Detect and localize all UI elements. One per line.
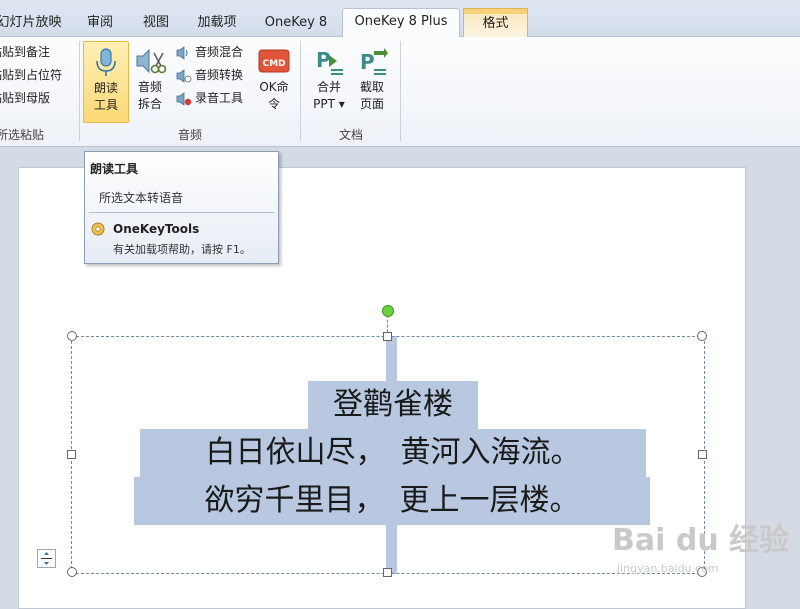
read-aloud-tooltip: 朗读工具 所选文本转语音 OneKeyTools 有关加载项帮助，请按 F1。: [84, 151, 279, 264]
audio-mix-label: 音频混合: [195, 45, 244, 59]
watermark-url: jingyan.baidu.com: [617, 562, 719, 575]
tab-slideshow[interactable]: 幻灯片放映: [0, 10, 64, 36]
ok-command-label-1: OK命: [259, 80, 289, 94]
resize-handle-left[interactable]: [67, 450, 76, 459]
paste-to-placeholder-button[interactable]: 粘贴到占位符: [0, 64, 62, 86]
svg-text:P: P: [360, 50, 375, 74]
capture-page-icon: P: [360, 48, 388, 75]
resize-handle-bottom[interactable]: [383, 568, 392, 577]
scissors-icon: [136, 48, 166, 74]
ribbon: 粘贴到备注 粘贴到占位符 粘贴到母版 所选粘贴 朗读 工具 音频 拆合: [0, 37, 800, 147]
resize-handle-top-left[interactable]: [67, 331, 77, 341]
ok-command-label-2: 令: [267, 97, 280, 111]
resize-handle-top-right[interactable]: [697, 331, 707, 341]
tab-addins[interactable]: 加载项: [188, 10, 246, 36]
read-aloud-button[interactable]: 朗读 工具: [83, 41, 129, 123]
record-icon: [176, 91, 192, 106]
tooltip-title: 朗读工具: [90, 162, 139, 176]
tooltip-description: 所选文本转语音: [99, 191, 184, 205]
record-tool-button[interactable]: 录音工具: [176, 87, 243, 109]
merge-ppt-label-2: PPT ▾: [313, 97, 345, 111]
audio-split-label-1: 音频: [137, 80, 162, 94]
speaker-icon: [176, 45, 188, 60]
rotate-handle[interactable]: [382, 305, 394, 317]
read-aloud-label-2: 工具: [93, 98, 118, 112]
autofit-icon: [41, 552, 52, 565]
cmd-icon-text: CMD: [262, 59, 285, 69]
capture-page-button[interactable]: P 截取 页面: [352, 41, 392, 121]
paste-to-notes-button[interactable]: 粘贴到备注: [0, 41, 50, 63]
tab-onekey8[interactable]: OneKey 8: [258, 10, 334, 36]
selection-box[interactable]: [71, 336, 705, 574]
merge-ppt-label-1: 合并: [316, 80, 341, 94]
audio-split-label-2: 拆合: [137, 97, 162, 111]
paste-group: 粘贴到备注 粘贴到占位符 粘贴到母版 所选粘贴: [0, 37, 78, 146]
audio-group-label: 音频: [177, 128, 202, 142]
document-group-label: 文档: [338, 128, 363, 142]
paste-to-master-button[interactable]: 粘贴到母版: [0, 87, 50, 109]
tooltip-addin-name: OneKeyTools: [113, 222, 200, 236]
tab-onekey8plus[interactable]: OneKey 8 Plus: [342, 8, 460, 38]
tooltip-divider: [89, 212, 274, 213]
svg-text:P: P: [316, 48, 331, 72]
gear-icon: [91, 222, 105, 236]
audio-convert-label: 音频转换: [195, 68, 244, 82]
audio-split-merge-button[interactable]: 音频 拆合: [130, 41, 170, 121]
group-divider: [300, 41, 301, 141]
record-tool-label: 录音工具: [195, 91, 244, 105]
tab-review[interactable]: 审阅: [78, 10, 122, 36]
capture-page-label-2: 页面: [359, 97, 384, 111]
tab-format[interactable]: 格式: [463, 8, 528, 37]
speaker-convert-icon: [176, 68, 192, 83]
autofit-options-button[interactable]: [37, 549, 56, 568]
merge-ppt-button[interactable]: P 合并 PPT ▾: [308, 41, 350, 121]
resize-handle-right[interactable]: [698, 450, 707, 459]
microphone-icon: [96, 48, 116, 76]
capture-page-label-1: 截取: [359, 80, 384, 94]
cmd-icon: CMD: [258, 49, 290, 73]
audio-group: 朗读 工具 音频 拆合 音频混合 音频转换 录音工具 CMD OK命 令 音频: [80, 37, 300, 146]
audio-mix-button[interactable]: 音频混合: [176, 41, 243, 63]
resize-handle-top[interactable]: [383, 332, 392, 341]
read-aloud-label-1: 朗读: [93, 81, 118, 95]
document-group: P 合并 PPT ▾ P 截取 页面 文档: [302, 37, 400, 146]
group-divider: [400, 41, 401, 141]
tab-view[interactable]: 视图: [134, 10, 178, 36]
merge-ppt-icon: P: [316, 48, 343, 75]
ribbon-tab-bar: 幻灯片放映 审阅 视图 加载项 OneKey 8 OneKey 8 Plus 格…: [0, 0, 800, 38]
watermark-logo: Bai du 经验: [612, 523, 790, 558]
tooltip-help: 有关加载项帮助，请按 F1。: [113, 243, 251, 256]
paste-group-label: 所选粘贴: [0, 128, 45, 142]
resize-handle-bottom-left[interactable]: [67, 567, 77, 577]
ok-command-button[interactable]: CMD OK命 令: [254, 41, 294, 121]
audio-convert-button[interactable]: 音频转换: [176, 64, 243, 86]
